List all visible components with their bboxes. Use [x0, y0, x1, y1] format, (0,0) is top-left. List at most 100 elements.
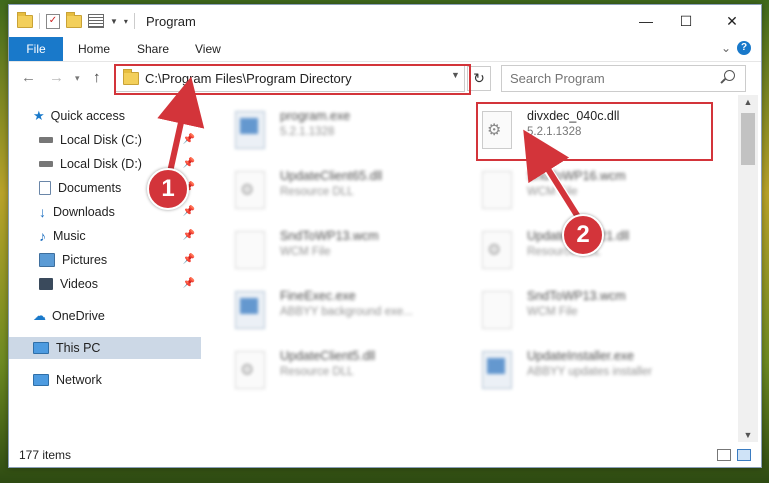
file-item[interactable]: UpdateClient65.dll Resource DLL	[235, 165, 465, 215]
chevron-down-icon[interactable]: ▼	[110, 17, 118, 26]
file-item[interactable]: program.exe 5.2.1.1328	[235, 105, 465, 155]
title-bar: ✓ ▼ ▾ Program — ☐ ✕	[9, 5, 761, 37]
window-title: Program	[146, 14, 196, 29]
file-item[interactable]: SndToWP13.wcm WCM File	[235, 225, 465, 275]
recent-locations-icon[interactable]: ▾	[75, 73, 80, 84]
pictures-icon	[39, 253, 55, 267]
folder-icon[interactable]	[17, 11, 33, 28]
sidebar-item-label: Videos	[60, 277, 98, 291]
sidebar-item-label: This PC	[56, 341, 101, 355]
file-item-selected[interactable]: divxdec_040c.dll 5.2.1.1328	[482, 105, 712, 155]
explorer-window: ✓ ▼ ▾ Program — ☐ ✕ File Home Share View…	[8, 4, 762, 468]
dll-file-icon	[235, 351, 265, 389]
file-description: WCM File	[527, 306, 578, 318]
folder-icon	[123, 69, 139, 85]
properties-icon[interactable]	[88, 14, 104, 28]
pin-icon[interactable]: 📌	[183, 278, 195, 289]
exe-file-icon	[482, 351, 512, 389]
computer-icon	[33, 342, 49, 354]
file-item[interactable]: UpdateClient5.dll Resource DLL	[235, 345, 465, 395]
file-item[interactable]: UpdateInstaller.exe ABBYY updates instal…	[482, 345, 712, 395]
dll-file-icon	[235, 171, 265, 209]
forward-arrow-icon[interactable]: →	[49, 69, 64, 86]
file-description: WCM File	[280, 246, 331, 258]
file-icon	[482, 171, 512, 209]
search-icon[interactable]	[724, 70, 735, 81]
file-name: UpdateClient5.dll	[280, 349, 376, 363]
pin-icon[interactable]: 📌	[183, 134, 195, 145]
file-description: 5.2.1.1328	[527, 126, 582, 138]
maximize-button[interactable]: ☐	[663, 5, 709, 37]
file-description: Resource DLL	[280, 186, 354, 198]
file-description: Resource DLL	[280, 366, 354, 378]
scroll-down-icon[interactable]: ▼	[738, 428, 758, 442]
scroll-thumb[interactable]	[741, 113, 755, 165]
back-arrow-icon[interactable]: ←	[21, 69, 36, 86]
tab-home[interactable]: Home	[78, 37, 110, 61]
file-item[interactable]: SndToWP13.wcm WCM File	[482, 285, 712, 335]
file-name: FineExec.exe	[280, 289, 356, 303]
navigation-pane: ★ Quick access Local Disk (C:) 📌 Local D…	[9, 101, 201, 441]
large-icons-view-icon[interactable]	[737, 449, 751, 461]
sidebar-item-label: Network	[56, 373, 102, 387]
drive-icon	[39, 161, 53, 167]
refresh-button[interactable]: ↻	[467, 66, 491, 91]
file-description: WCM File	[527, 186, 578, 198]
file-name: SndToWP13.wcm	[280, 229, 379, 243]
customize-toolbar-icon[interactable]: ▾	[124, 17, 128, 26]
ribbon: File Home Share View ⌄ ?	[9, 37, 761, 62]
network-icon	[33, 374, 49, 386]
tab-file[interactable]: File	[9, 37, 63, 61]
up-arrow-icon[interactable]: ↑	[93, 69, 101, 86]
sidebar-item-local-disk-c[interactable]: Local Disk (C:) 📌	[9, 129, 201, 151]
expand-ribbon-icon[interactable]: ⌄	[721, 41, 731, 55]
download-icon: ↓	[39, 204, 46, 220]
search-box[interactable]	[501, 65, 746, 92]
tab-share[interactable]: Share	[137, 37, 169, 61]
close-button[interactable]: ✕	[709, 5, 755, 37]
cloud-icon: ☁	[33, 308, 46, 323]
file-description: ABBYY updates installer	[527, 366, 653, 378]
details-view-icon[interactable]	[717, 449, 731, 461]
file-name: UpdateInstaller.exe	[527, 349, 635, 363]
document-icon	[39, 181, 51, 195]
sidebar-item-network[interactable]: Network	[9, 369, 201, 391]
file-item[interactable]: SndToWP16.wcm WCM File	[482, 165, 712, 215]
address-bar[interactable]: C:\Program Files\Program Directory	[114, 65, 465, 92]
pin-icon[interactable]: 📌	[183, 230, 195, 241]
sidebar-item-label: Local Disk (D:)	[60, 157, 142, 171]
file-description: 5.2.1.1328	[280, 126, 335, 138]
sidebar-item-this-pc[interactable]: This PC	[9, 337, 201, 359]
sidebar-item-label: Local Disk (C:)	[60, 133, 142, 147]
help-icon[interactable]: ?	[737, 41, 751, 55]
callout-1: 1	[147, 168, 189, 210]
sidebar-item-label: Music	[53, 229, 86, 243]
tab-view[interactable]: View	[195, 37, 221, 61]
sidebar-item-quick-access[interactable]: ★ Quick access	[9, 105, 201, 127]
sidebar-item-videos[interactable]: Videos 📌	[9, 273, 201, 295]
pin-icon[interactable]: 📌	[183, 158, 195, 169]
sidebar-item-music[interactable]: ♪ Music 📌	[9, 225, 201, 247]
sidebar-item-label: Downloads	[53, 205, 115, 219]
file-item[interactable]: FineExec.exe ABBYY background exe...	[235, 285, 465, 335]
music-icon: ♪	[39, 228, 46, 244]
address-path[interactable]: C:\Program Files\Program Directory	[145, 71, 352, 86]
drive-icon	[39, 137, 53, 143]
pin-icon[interactable]: 📌	[183, 206, 195, 217]
status-bar: 177 items	[9, 443, 761, 467]
dll-file-icon	[482, 231, 512, 269]
scroll-up-icon[interactable]: ▲	[738, 95, 758, 109]
address-dropdown-icon[interactable]: ▼	[451, 70, 460, 80]
file-name: UpdateClient65.dll	[280, 169, 383, 183]
properties-check-icon[interactable]: ✓	[46, 13, 60, 29]
search-input[interactable]	[508, 70, 712, 87]
file-icon	[482, 291, 512, 329]
new-folder-icon[interactable]	[66, 11, 82, 28]
pin-icon[interactable]: 📌	[183, 254, 195, 265]
separator	[133, 13, 135, 29]
videos-icon	[39, 278, 53, 290]
vertical-scrollbar[interactable]: ▲ ▼	[738, 95, 758, 442]
sidebar-item-pictures[interactable]: Pictures 📌	[9, 249, 201, 271]
sidebar-item-onedrive[interactable]: ☁ OneDrive	[9, 305, 201, 327]
star-icon: ★	[33, 108, 45, 123]
